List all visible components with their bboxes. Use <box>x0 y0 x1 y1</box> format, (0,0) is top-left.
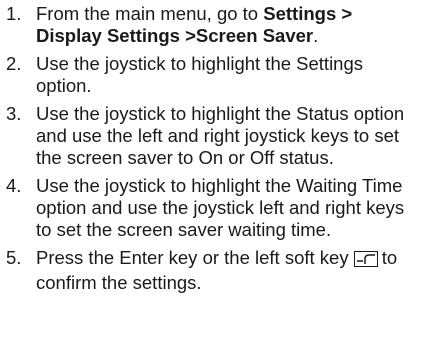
step-number: 2. <box>6 53 22 74</box>
step-3: 3. Use the joystick to highlight the Sta… <box>0 103 428 169</box>
step-number: 1. <box>6 3 22 24</box>
step-text-end: . <box>313 25 319 46</box>
step-text: Use the joystick to highlight the Settin… <box>36 53 364 96</box>
step-number: 3. <box>6 103 22 124</box>
step-text: Use the joystick to highlight the Status… <box>36 103 405 168</box>
step-4: 4. Use the joystick to highlight the Wai… <box>0 175 428 241</box>
instruction-list: 1. From the main menu, go to Settings > … <box>0 0 428 294</box>
step-text: Use the joystick to highlight the Waitin… <box>36 175 405 240</box>
step-number: 4. <box>6 175 22 196</box>
step-number: 5. <box>6 247 22 268</box>
step-2: 2. Use the joystick to highlight the Set… <box>0 53 428 97</box>
step-text: Press the Enter key or the left soft key… <box>36 247 428 294</box>
step-5: 5. Press the Enter key or the left soft … <box>0 247 428 294</box>
step-text: From the main menu, go to Settings > Dis… <box>36 3 428 47</box>
step-text-intro: Press the Enter key or the left soft key <box>36 247 349 268</box>
menu-path-target: Screen Saver <box>195 25 314 46</box>
left-soft-key-icon <box>353 250 378 272</box>
step-text-intro: From the main menu, go to <box>36 3 264 24</box>
step-1: 1. From the main menu, go to Settings > … <box>0 3 428 47</box>
